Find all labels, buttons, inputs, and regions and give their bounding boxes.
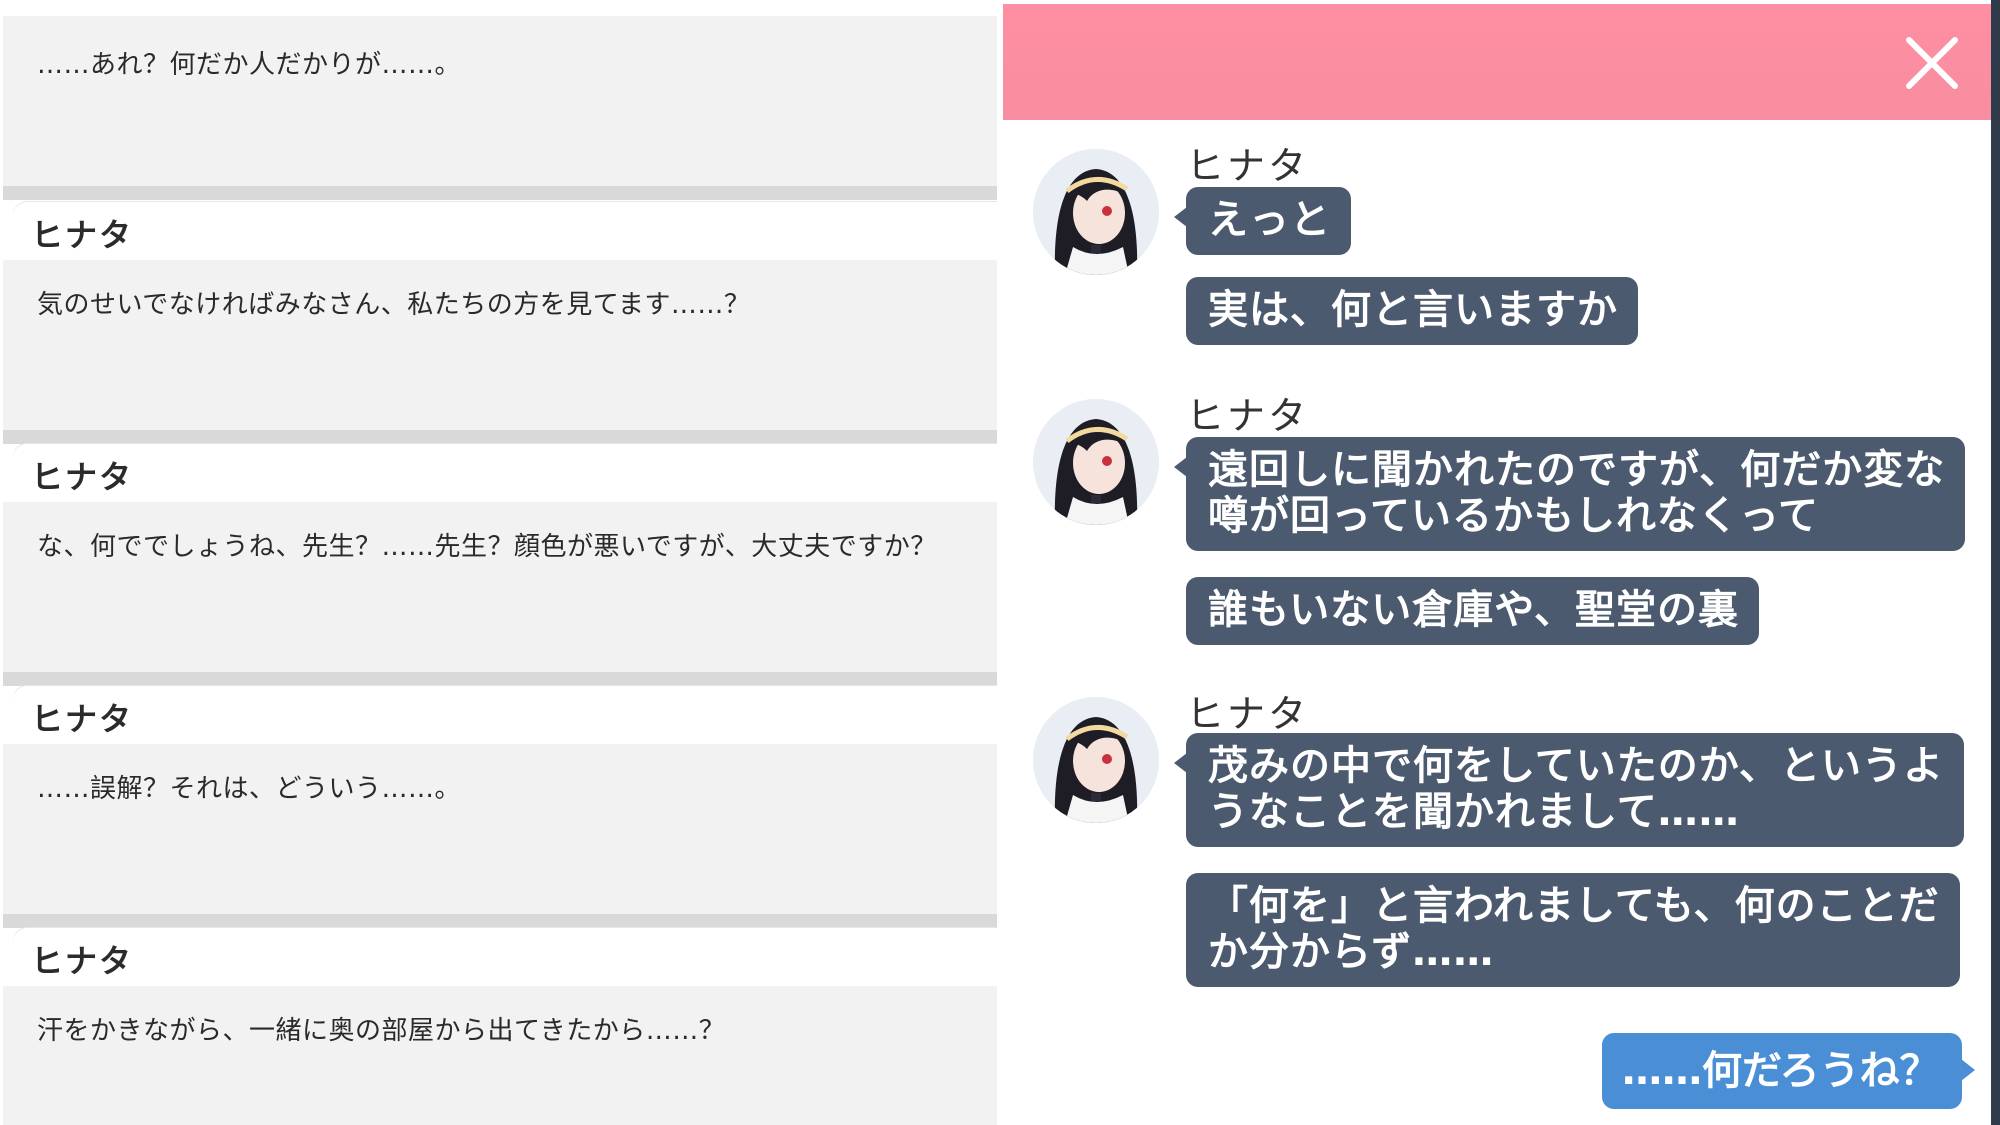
speaker-name: ヒナタ bbox=[31, 700, 134, 738]
log-entry-text: ……あれ？何だか人だかりが……。 bbox=[37, 50, 462, 80]
panel-edge bbox=[1991, 0, 2000, 1125]
log-entry: ヒナタ ……誤解？それは、どういう……。 bbox=[3, 686, 997, 928]
avatar bbox=[1033, 399, 1159, 525]
log-entry-body: 気のせいでなければみなさん、私たちの方を見てます……？ bbox=[3, 260, 997, 444]
log-entry: ……あれ？何だか人だかりが……。 bbox=[3, 0, 997, 200]
speaker-tab bbox=[13, 928, 997, 986]
chat-panel[interactable]: ヒナタ えっと 実は、何と言いますか ヒナタ 遠回しに聞かれたのですが、何だか変 bbox=[1003, 0, 2000, 1125]
log-entry-text: 気のせいでなければみなさん、私たちの方を見てます……？ bbox=[37, 290, 751, 320]
sender-name: ヒナタ bbox=[1186, 394, 1310, 438]
dialogue-log[interactable]: ……あれ？何だか人だかりが……。 ヒナタ 気のせいでなければみなさん、私たちの方… bbox=[0, 0, 1000, 1125]
close-icon[interactable] bbox=[1903, 34, 1961, 92]
log-entry-text: 汗をかきながら、一緒に奥の部屋から出てきたから……？ bbox=[37, 1016, 726, 1046]
sender-name: ヒナタ bbox=[1186, 144, 1310, 188]
message-group: ヒナタ えっと 実は、何と言いますか bbox=[1003, 135, 1991, 365]
log-entry-text: な、何ででしょうね、先生？……先生？顔色が悪いですが、大丈夫ですか？ bbox=[37, 532, 937, 562]
log-entry: ヒナタ 汗をかきながら、一緒に奥の部屋から出てきたから……？ bbox=[3, 928, 997, 1125]
screen: ……あれ？何だか人だかりが……。 ヒナタ 気のせいでなければみなさん、私たちの方… bbox=[0, 0, 2000, 1125]
speaker-tab bbox=[13, 686, 997, 744]
log-entry: ヒナタ 気のせいでなければみなさん、私たちの方を見てます……？ bbox=[3, 202, 997, 444]
message-bubble: 遠回しに聞かれたのですが、何だか変な 噂が回っているかもしれなくって bbox=[1173, 437, 1966, 551]
message-bubble: 実は、何と言いますか bbox=[1186, 277, 1638, 345]
reply-option-button[interactable]: ……何だろうね？ bbox=[1602, 1033, 1975, 1109]
speaker-name: ヒナタ bbox=[31, 216, 134, 254]
avatar bbox=[1033, 149, 1159, 275]
message-bubble: 「何を」と言われましても、何のことだ か分からず…… bbox=[1186, 873, 1960, 987]
speaker-name: ヒナタ bbox=[31, 942, 134, 980]
speaker-tab bbox=[13, 202, 997, 260]
log-entry: ヒナタ な、何ででしょうね、先生？……先生？顔色が悪いですが、大丈夫ですか？ bbox=[3, 444, 997, 686]
sender-name: ヒナタ bbox=[1186, 692, 1310, 736]
log-entry-body: ……誤解？それは、どういう……。 bbox=[3, 744, 997, 928]
message-group: ヒナタ 茂みの中で何をしていたのか、というよ うなことを聞かれまして…… 「何を… bbox=[1003, 683, 1991, 1003]
message-bubble: 誰もいない倉庫や、聖堂の裏 bbox=[1186, 577, 1759, 645]
chat-header bbox=[1003, 4, 1991, 120]
log-entry-body: な、何ででしょうね、先生？……先生？顔色が悪いですが、大丈夫ですか？ bbox=[3, 502, 997, 686]
speaker-name: ヒナタ bbox=[31, 458, 134, 496]
message-bubble: えっと bbox=[1174, 187, 1351, 255]
message-bubble: 茂みの中で何をしていたのか、というよ うなことを聞かれまして…… bbox=[1174, 733, 1964, 847]
speaker-tab bbox=[13, 444, 997, 502]
message-group: ヒナタ 遠回しに聞かれたのですが、何だか変な 噂が回っているかもしれなくって 誰… bbox=[1003, 385, 1991, 660]
log-entry-body: ……あれ？何だか人だかりが……。 bbox=[3, 16, 997, 200]
avatar bbox=[1033, 697, 1159, 823]
log-entry-text: ……誤解？それは、どういう……。 bbox=[37, 774, 462, 804]
log-entry-body: 汗をかきながら、一緒に奥の部屋から出てきたから……？ bbox=[3, 986, 997, 1125]
